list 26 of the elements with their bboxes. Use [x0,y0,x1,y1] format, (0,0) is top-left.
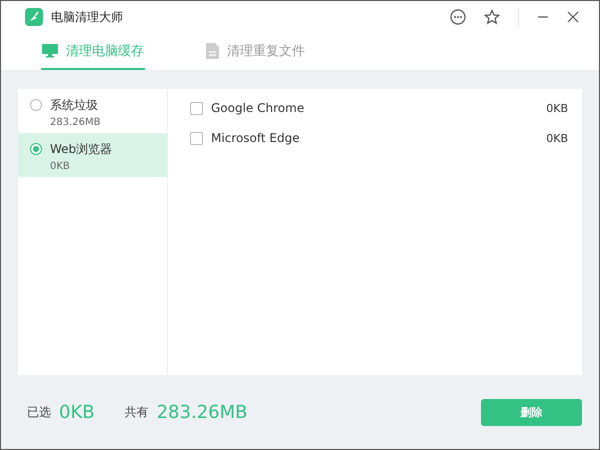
total-label: 共有 [124,404,149,420]
star-icon[interactable] [484,9,500,25]
browser-name: Google Chrome [211,101,306,115]
delete-button[interactable]: 删除 [481,398,582,426]
browser-size: 0KB [546,102,568,114]
monitor-icon [42,44,58,58]
selected-label: 已选 [27,404,51,420]
category-item[interactable]: Web浏览器 0KB [18,133,167,177]
more-icon[interactable] [450,9,466,25]
close-icon[interactable] [567,11,579,23]
radio-button[interactable] [30,143,42,155]
browser-name: Microsoft Edge [211,131,301,145]
tab[interactable]: 清理重复文件 [205,33,306,70]
category-name: Web浏览器 [50,141,112,158]
total-size: 283.26MB [156,402,248,422]
category-size: 0KB [50,161,71,172]
checkbox[interactable] [190,102,203,114]
radio-button[interactable] [30,99,42,111]
window-title: 电脑清理大师 [51,8,123,26]
category-name: 系统垃圾 [50,97,99,114]
selected-size: 0KB [59,402,95,422]
checkbox[interactable] [190,132,203,144]
category-item[interactable]: 系统垃圾 283.26MB [18,89,167,133]
browser-size: 0KB [546,132,568,144]
document-icon [206,42,219,58]
category-size: 283.26MB [50,117,100,128]
